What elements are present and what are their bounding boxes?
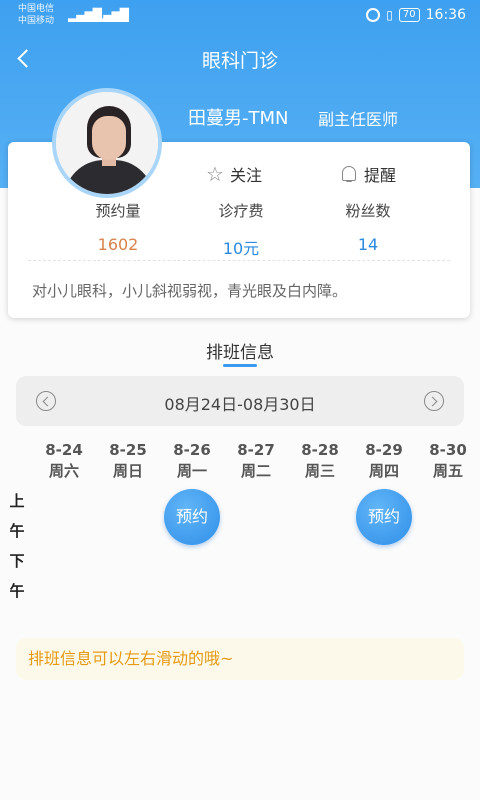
day-column: 8-27 周二 <box>226 440 286 482</box>
carrier-info: 中国电信 中国移动 <box>18 3 54 27</box>
day-date: 8-28 <box>301 441 339 459</box>
follow-button[interactable]: ☆ 关注 <box>206 162 262 186</box>
alarm-icon <box>366 8 381 22</box>
signal-icon-2: ▂▄▆█ <box>95 8 129 22</box>
stat-label: 粉丝数 <box>345 202 391 220</box>
divider <box>28 260 450 261</box>
day-weekday: 周一 <box>176 462 207 480</box>
stat-fee: 诊疗费 10元 <box>181 200 301 259</box>
day-date: 8-25 <box>109 441 147 459</box>
follow-label: 关注 <box>229 166 262 185</box>
stat-fans: 粉丝数 14 <box>308 200 428 254</box>
book-button-thursday[interactable]: 预约 <box>356 489 412 545</box>
stat-appointments: 预约量 1602 <box>58 200 178 254</box>
next-week-button[interactable] <box>424 391 444 411</box>
status-right: ▯ 70 16:36 <box>366 7 466 23</box>
day-date: 8-24 <box>45 441 83 459</box>
day-weekday: 周三 <box>304 462 335 480</box>
status-time: 16:36 <box>425 7 466 23</box>
doctor-avatar <box>52 88 162 198</box>
day-weekday: 周日 <box>112 462 143 480</box>
status-bar: 中国电信 中国移动 ▂▄▆█ ▂▄▆█ ▯ 70 16:36 <box>0 0 480 32</box>
day-column: 8-24 周六 <box>34 440 94 482</box>
week-selector: 08月24日-08月30日 <box>16 376 464 426</box>
swipe-tip: 排班信息可以左右滑动的哦~ <box>16 638 464 680</box>
afternoon-label: 下午 <box>9 552 25 600</box>
stat-value: 14 <box>357 235 379 254</box>
book-button-monday[interactable]: 预约 <box>164 489 220 545</box>
bell-icon <box>340 165 358 183</box>
stat-value: 1602 <box>97 235 139 254</box>
day-date: 8-29 <box>365 441 403 459</box>
stat-value: 10元 <box>222 239 260 258</box>
remind-label: 提醒 <box>364 166 397 185</box>
vibrate-icon: ▯ <box>386 8 393 22</box>
day-date: 8-27 <box>237 441 275 459</box>
day-column: 8-28 周三 <box>290 440 350 482</box>
stat-label: 预约量 <box>95 202 141 220</box>
stat-label: 诊疗费 <box>218 202 264 220</box>
day-column: 8-29 周四 <box>354 440 414 482</box>
day-column: 8-26 周一 <box>162 440 222 482</box>
doctor-description: 对小儿眼科，小儿斜视弱视，青光眼及白内障。 <box>32 282 348 300</box>
star-icon: ☆ <box>206 162 224 186</box>
page-title: 眼科门诊 <box>201 50 278 72</box>
day-weekday: 周四 <box>368 462 399 480</box>
day-weekday: 周五 <box>432 462 463 480</box>
day-date: 8-26 <box>173 441 211 459</box>
week-range: 08月24日-08月30日 <box>164 395 316 414</box>
battery-icon: 70 <box>398 8 420 22</box>
doctor-name: 田蔓男-TMN <box>188 108 289 129</box>
remind-button[interactable]: 提醒 <box>340 162 396 186</box>
schedule-title: 排班信息 <box>206 343 274 363</box>
morning-label: 上午 <box>9 492 25 540</box>
day-column: 8-25 周日 <box>98 440 158 482</box>
day-column: 8-30 周五 <box>418 440 478 482</box>
day-weekday: 周六 <box>48 462 79 480</box>
carrier-1: 中国电信 <box>18 4 55 14</box>
schedule-title-underline <box>223 364 257 367</box>
day-weekday: 周二 <box>240 462 271 480</box>
doctor-title: 副主任医师 <box>318 110 399 129</box>
day-date: 8-30 <box>429 441 467 459</box>
carrier-2: 中国移动 <box>18 16 55 26</box>
